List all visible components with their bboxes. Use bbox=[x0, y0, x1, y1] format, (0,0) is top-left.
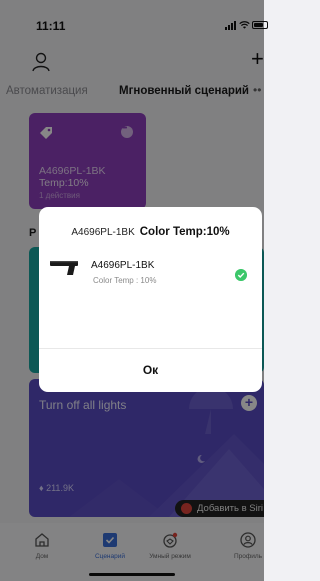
dialog-device-name: A4696PL-1BK bbox=[91, 260, 155, 271]
ok-button[interactable]: Ок bbox=[39, 349, 262, 392]
dialog-device-detail: Color Temp : 10% bbox=[93, 276, 157, 285]
app-screen: 11:11 + Автоматизация Мгновенный сценари… bbox=[0, 0, 268, 581]
dialog-title-value: Color Temp:10% bbox=[139, 226, 230, 238]
scene-confirm-dialog: A4696PL-1BK Color Temp:10% A4696PL-1BK Co… bbox=[39, 207, 262, 392]
dialog-title: A4696PL-1BK Color Temp:10% bbox=[39, 222, 262, 240]
dialog-title-model: A4696PL-1BK bbox=[71, 227, 135, 238]
success-check-icon bbox=[235, 269, 247, 281]
ceiling-light-device-icon bbox=[50, 261, 78, 275]
